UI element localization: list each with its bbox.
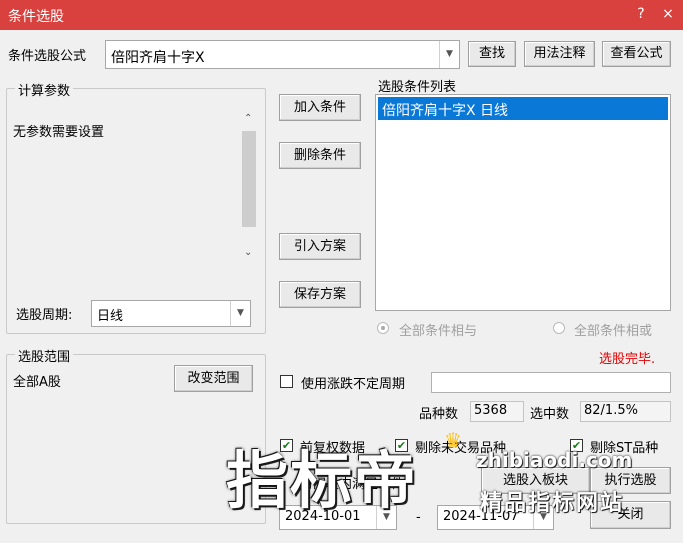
scope-value: 全部A股 bbox=[13, 375, 61, 390]
or-radio-label: 全部条件相或 bbox=[574, 324, 653, 339]
save-plan-button[interactable]: 保存方案 bbox=[279, 281, 361, 308]
watermark-url: zhibiaodi.com bbox=[476, 448, 633, 472]
crown-icon: ♛ bbox=[444, 428, 462, 452]
close-icon[interactable]: × bbox=[659, 5, 677, 23]
variable-period-checkbox[interactable] bbox=[280, 375, 293, 388]
params-text: 无参数需要设置 bbox=[13, 125, 105, 140]
conditions-list[interactable]: 倍阳齐肩十字X 日线 bbox=[375, 94, 671, 311]
chevron-down-icon[interactable]: ▼ bbox=[230, 301, 250, 326]
title-bar: 条件选股 ? × bbox=[0, 0, 683, 30]
find-button[interactable]: 查找 bbox=[468, 41, 516, 67]
formula-value: 倍阳齐肩十字X bbox=[111, 50, 205, 66]
chevron-down-icon[interactable]: ⌄ bbox=[244, 247, 252, 258]
help-icon[interactable]: ? bbox=[632, 5, 650, 23]
selected-count-value: 82/1.5% bbox=[580, 401, 671, 422]
chevron-up-icon[interactable]: ⌃ bbox=[244, 113, 252, 124]
or-radio[interactable] bbox=[553, 322, 565, 334]
variable-period-input[interactable] bbox=[431, 372, 671, 393]
selected-count-label: 选中数 bbox=[530, 407, 570, 422]
period-label: 选股周期: bbox=[16, 308, 73, 323]
add-condition-button[interactable]: 加入条件 bbox=[279, 94, 361, 121]
window-title: 条件选股 bbox=[8, 9, 64, 25]
import-plan-button[interactable]: 引入方案 bbox=[279, 233, 361, 260]
params-scrollbar[interactable]: ⌃ ⌄ bbox=[240, 111, 258, 264]
delete-condition-button[interactable]: 删除条件 bbox=[279, 142, 361, 169]
scope-group-title: 选股范围 bbox=[15, 346, 74, 365]
formula-combo[interactable]: 倍阳齐肩十字X ▼ bbox=[105, 40, 460, 69]
status-text: 选股完毕. bbox=[599, 352, 656, 367]
scroll-thumb[interactable] bbox=[242, 131, 256, 227]
total-count-label: 品种数 bbox=[419, 407, 459, 422]
view-formula-button[interactable]: 查看公式 bbox=[602, 41, 671, 67]
watermark-logo: 指标帝 bbox=[226, 444, 419, 517]
change-scope-button[interactable]: 改变范围 bbox=[174, 365, 253, 392]
usage-notes-button[interactable]: 用法注释 bbox=[524, 41, 595, 67]
chevron-down-icon[interactable]: ▼ bbox=[439, 41, 459, 68]
watermark-subtitle: 精品指标网站 bbox=[480, 491, 625, 516]
period-value: 日线 bbox=[97, 309, 124, 324]
params-group-title: 计算参数 bbox=[15, 80, 74, 99]
list-item[interactable]: 倍阳齐肩十字X 日线 bbox=[378, 97, 668, 120]
total-count-value: 5368 bbox=[470, 401, 524, 422]
and-radio[interactable] bbox=[377, 322, 389, 334]
formula-label: 条件选股公式 bbox=[8, 49, 87, 64]
and-radio-label: 全部条件相与 bbox=[399, 324, 478, 339]
conditions-title: 选股条件列表 bbox=[378, 80, 457, 95]
params-group: 计算参数 无参数需要设置 ⌃ ⌄ 选股周期: 日线 ▼ bbox=[6, 80, 266, 334]
period-combo[interactable]: 日线 ▼ bbox=[91, 300, 251, 327]
variable-period-label: 使用涨跌不定周期 bbox=[301, 377, 406, 392]
